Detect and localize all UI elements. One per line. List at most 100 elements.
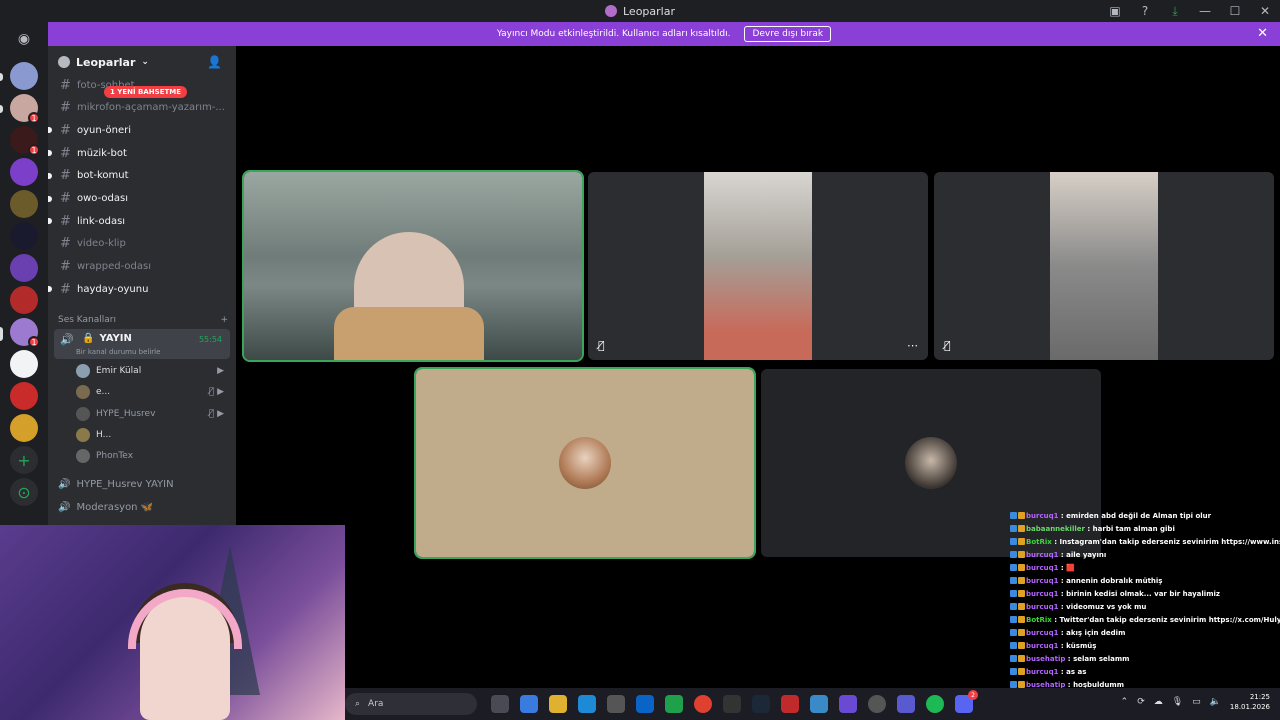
voice-channel-yayin[interactable]: 🔊 🔒 YAYIN Bir kanal durumu belirle 55:54 <box>54 329 230 359</box>
task-view-icon[interactable] <box>491 695 509 713</box>
disable-streamer-mode-button[interactable]: Devre dışı bırak <box>744 26 832 42</box>
chat-separator: : <box>1058 590 1067 598</box>
channel-item[interactable]: # müzik-bot <box>48 143 230 163</box>
video-tile[interactable]: 🎙̸ ⋯ <box>588 172 928 360</box>
chat-line: burcuq1 : annenin dobralık müthiş <box>1010 575 1280 588</box>
app-icon[interactable] <box>839 695 857 713</box>
badge-icon <box>1018 629 1025 636</box>
discord-icon[interactable]: 2 <box>955 690 978 713</box>
voice-user[interactable]: PhonTex <box>76 446 230 466</box>
badge-icon <box>1018 642 1025 649</box>
video-tile[interactable]: 🎙̸ <box>934 172 1274 360</box>
store-icon[interactable] <box>607 695 625 713</box>
taskbar-apps: 2 <box>491 690 978 713</box>
more-options-icon[interactable]: ⋯ <box>907 339 918 352</box>
app-icon[interactable] <box>897 695 915 713</box>
explore-servers-icon[interactable]: ⊙ <box>10 478 38 506</box>
voice-channel-item[interactable]: 🔊 HYPE_Husrev YAYIN <box>58 474 174 494</box>
server-icon[interactable] <box>10 414 38 442</box>
chat-username: burcuq1 <box>1026 590 1059 598</box>
voice-user[interactable]: Emir Külal ▶ <box>76 361 230 381</box>
badge-icon <box>1010 616 1017 623</box>
channel-status[interactable]: Bir kanal durumu belirle <box>76 348 160 356</box>
add-channel-icon[interactable]: + <box>220 315 228 325</box>
camera-icon: 🎙̸ ▶ <box>208 387 224 398</box>
tray-chevron-icon[interactable]: ⌃ <box>1121 697 1129 707</box>
spotify-icon[interactable] <box>926 695 944 713</box>
badge-icon <box>1018 525 1025 532</box>
channel-item[interactable]: # owo-odası <box>48 189 230 209</box>
kick-icon[interactable] <box>665 695 683 713</box>
badge-icon <box>1010 668 1017 675</box>
file-explorer-icon[interactable] <box>549 695 567 713</box>
channel-item[interactable]: # hayday-oyunu <box>48 279 230 299</box>
badge-icon <box>1010 512 1017 519</box>
copilot-icon[interactable] <box>520 695 538 713</box>
channel-item[interactable]: # wrapped-odası <box>54 257 230 277</box>
server-icon[interactable] <box>10 254 38 282</box>
help-icon[interactable]: ? <box>1130 0 1160 22</box>
inbox-icon[interactable]: ▣ <box>1100 0 1130 22</box>
server-icon[interactable] <box>10 286 38 314</box>
chat-username: burcuq1 <box>1026 629 1059 637</box>
video-tile[interactable] <box>414 367 756 559</box>
server-header[interactable]: Leoparlar ⌄ 👤 <box>48 46 236 78</box>
server-icon[interactable] <box>10 190 38 218</box>
minimize-icon[interactable]: — <box>1190 0 1220 22</box>
server-icon[interactable] <box>10 222 38 250</box>
channel-item[interactable]: # mikrofon-açamam-yazarım-... <box>54 98 230 118</box>
clock[interactable]: 21:25 18.01.2026 <box>1230 692 1270 712</box>
voice-user-name: e... <box>96 387 111 398</box>
server-icon[interactable] <box>10 158 38 186</box>
chat-line: BotRix : Instagram'dan takip ederseniz s… <box>1010 536 1280 549</box>
maximize-icon[interactable]: ☐ <box>1220 0 1250 22</box>
epic-games-icon[interactable] <box>723 695 741 713</box>
close-window-icon[interactable]: ✕ <box>1250 0 1280 22</box>
server-icon[interactable]: 1 <box>10 126 40 156</box>
badge-icon <box>1010 525 1017 532</box>
server-icon[interactable]: 1 <box>10 94 40 124</box>
display-icon[interactable]: ▭ <box>1192 697 1201 707</box>
discord-home-icon[interactable]: ◉ <box>10 28 38 50</box>
microphone-icon[interactable]: 🎙 <box>1172 697 1183 707</box>
chat-username: babaannekiller <box>1026 525 1085 533</box>
mention-badge: 1 <box>28 336 40 348</box>
voice-user[interactable]: HYPE_Husrev 🎙̸ ▶ <box>76 404 230 424</box>
download-icon[interactable]: ⤓ <box>1160 0 1190 22</box>
voice-category-header[interactable]: Ses Kanalları + <box>58 315 228 325</box>
volume-icon[interactable]: 🔈 <box>1210 697 1221 707</box>
taskbar-search[interactable]: ⌕ Ara <box>345 693 477 715</box>
voice-user[interactable]: H... <box>76 425 230 445</box>
channel-item[interactable]: # link-odası <box>48 211 230 231</box>
speaker-icon: 🔊 <box>58 501 71 513</box>
tray-app-icon[interactable]: ⟳ <box>1137 697 1145 707</box>
voice-user[interactable]: e... 🎙̸ ▶ <box>76 382 230 402</box>
server-icon[interactable]: 1 <box>10 318 40 348</box>
close-banner-icon[interactable]: ✕ <box>1257 26 1268 41</box>
server-icon[interactable] <box>10 382 38 410</box>
app-icon[interactable] <box>781 695 799 713</box>
edge-icon[interactable] <box>578 695 596 713</box>
video-tile[interactable] <box>242 170 584 362</box>
chat-separator: : <box>1058 512 1067 520</box>
hash-icon: # <box>60 281 71 297</box>
steam-icon[interactable] <box>752 695 770 713</box>
server-icon[interactable] <box>10 62 38 90</box>
badge-icon <box>1010 603 1017 610</box>
obs-icon[interactable] <box>868 695 886 713</box>
server-icon[interactable] <box>10 350 38 378</box>
invite-people-icon[interactable]: 👤 <box>207 55 222 69</box>
tray-onedrive-icon[interactable]: ☁ <box>1154 697 1163 707</box>
voice-channel-item[interactable]: 🔊 Moderasyon 🦋 <box>58 497 153 517</box>
outlook-icon[interactable] <box>636 695 654 713</box>
new-mention-pill[interactable]: 1 YENİ BAHSETME <box>104 86 188 98</box>
avatar <box>76 364 90 378</box>
voice-channel-label: YAYIN <box>99 333 132 344</box>
add-server-icon[interactable]: + <box>10 446 38 474</box>
channel-item[interactable]: # video-klip <box>54 234 230 254</box>
chrome-icon[interactable] <box>694 695 712 713</box>
app-icon[interactable] <box>810 695 828 713</box>
channel-item[interactable]: # bot-komut <box>48 166 230 186</box>
channel-item[interactable]: # oyun-öneri <box>48 120 230 140</box>
voice-timer: 55:54 <box>198 335 222 344</box>
